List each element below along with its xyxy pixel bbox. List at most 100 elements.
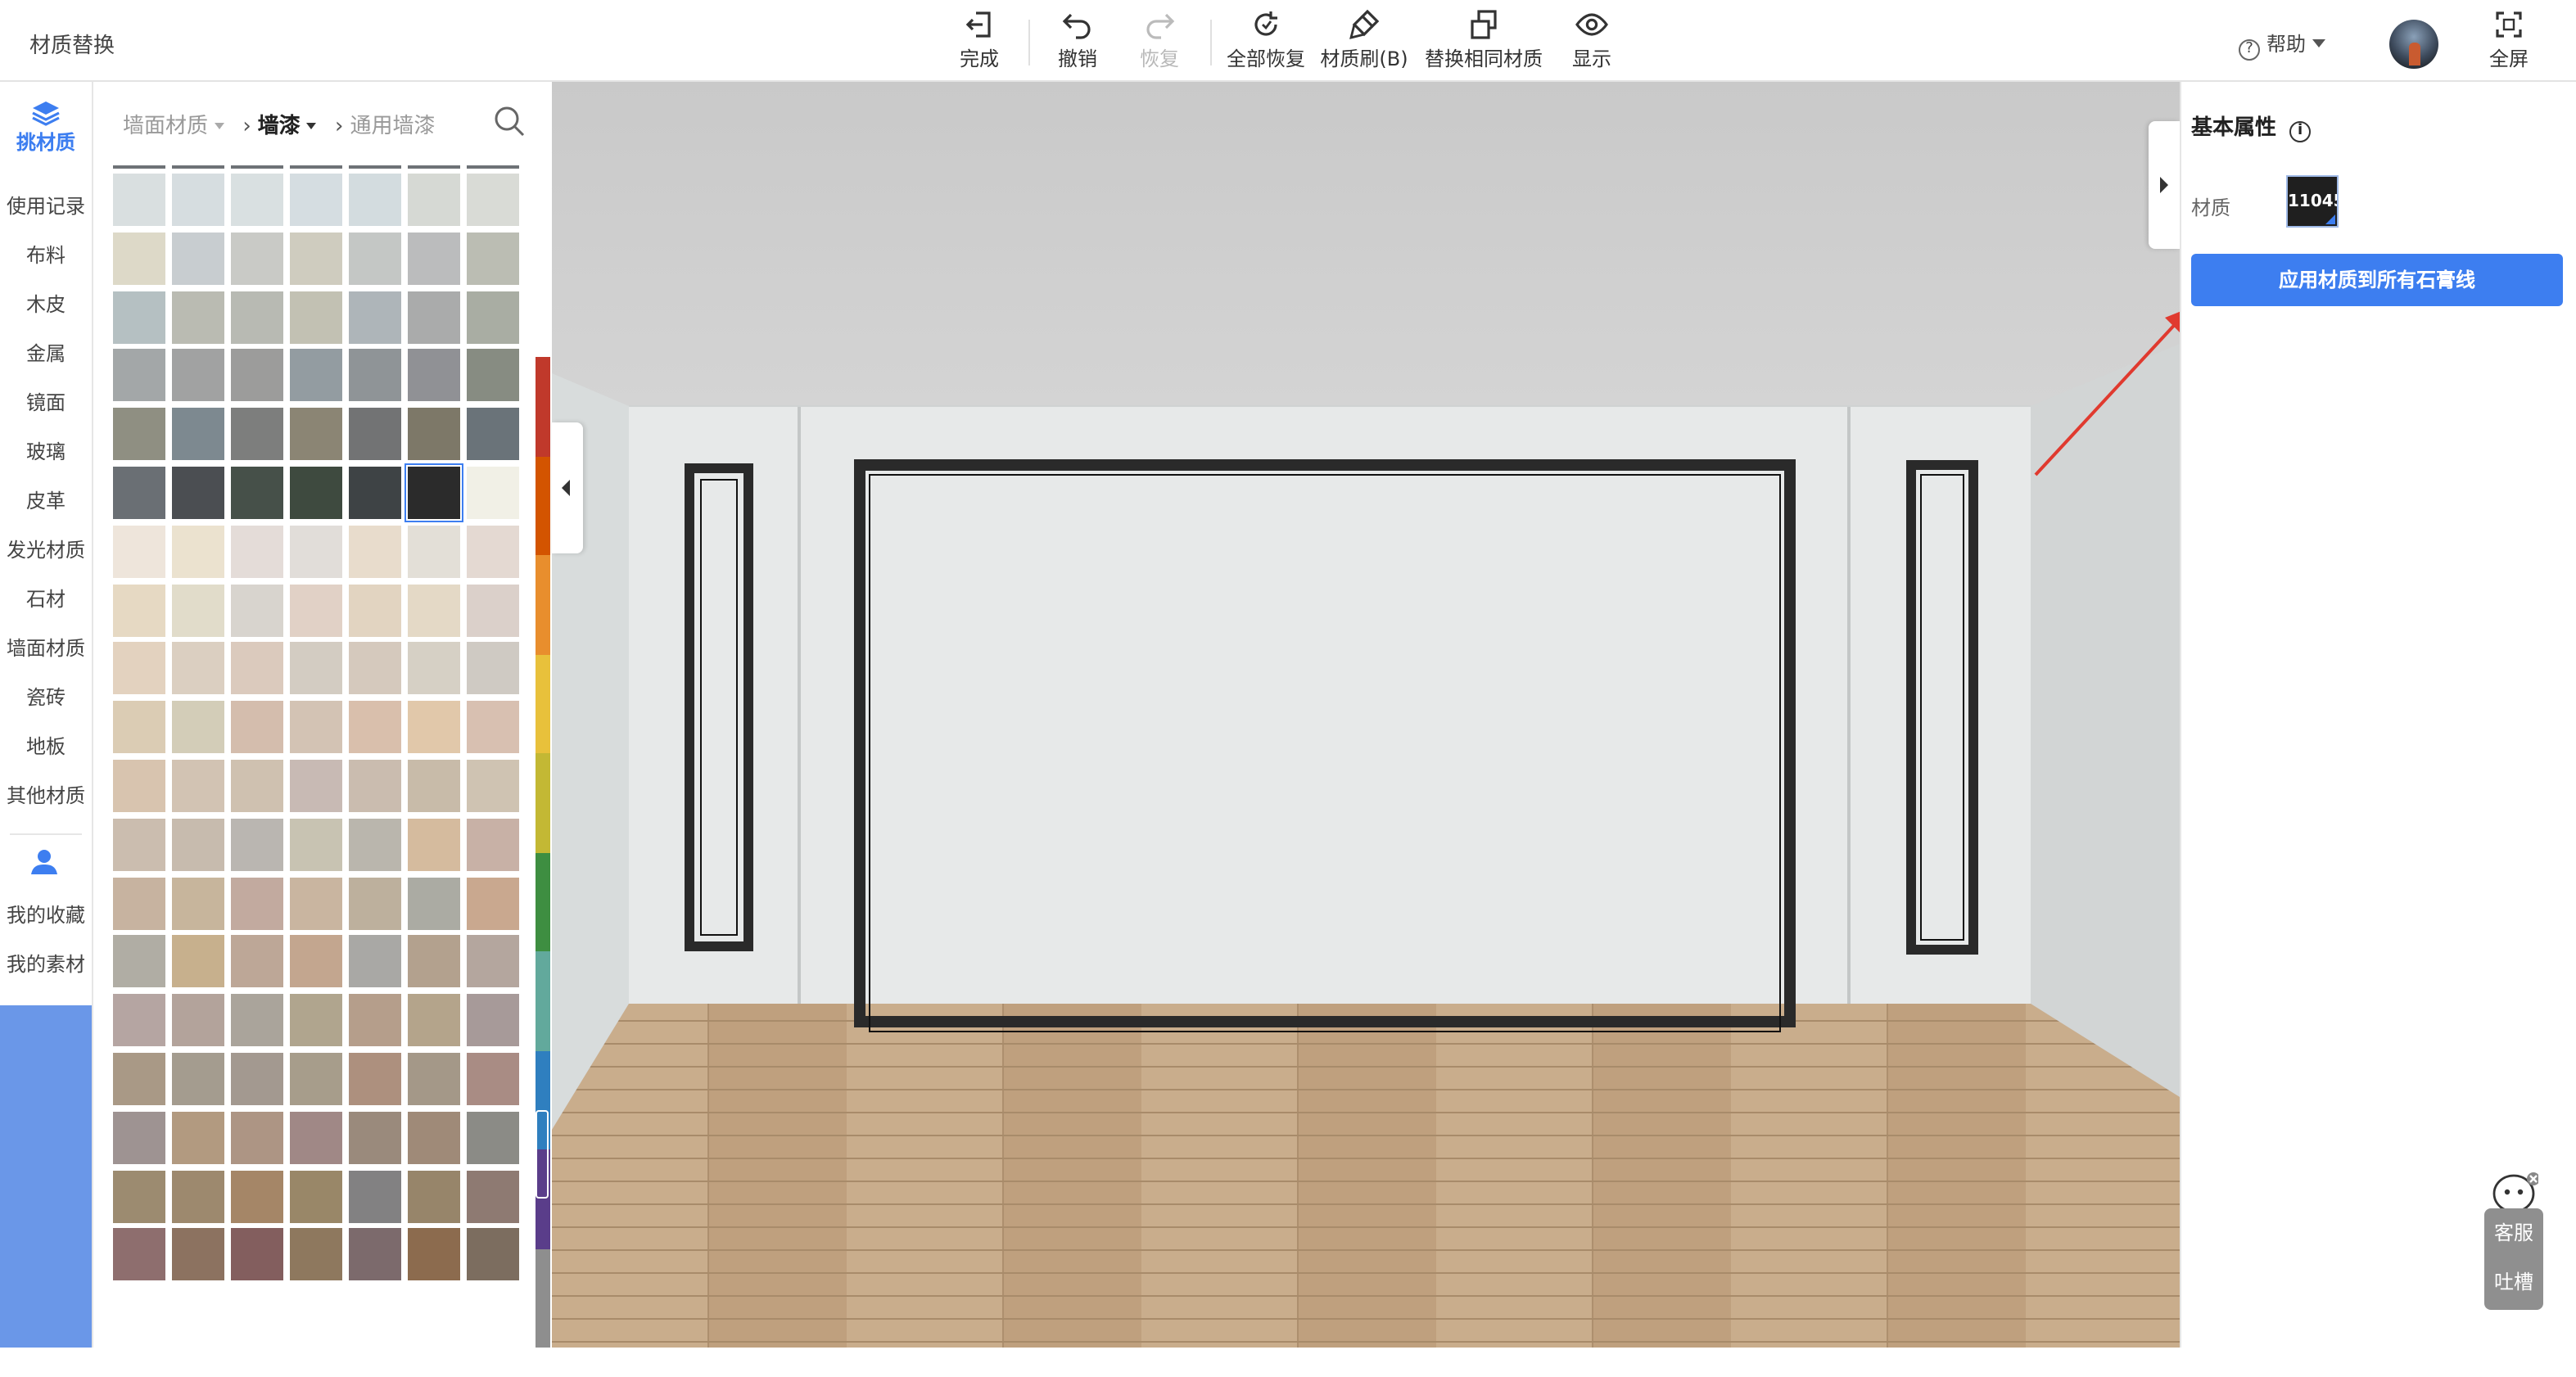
category-tile[interactable]: 瓷砖 [0,683,92,711]
color-swatch[interactable] [290,467,342,519]
undo-button[interactable]: 撤销 [1055,7,1100,75]
color-swatch[interactable] [231,818,283,871]
color-swatch[interactable] [408,349,460,402]
category-metal[interactable]: 金属 [0,339,92,367]
breadcrumb-general-paint[interactable]: 通用墙漆 [350,115,435,139]
color-swatch[interactable] [113,408,165,461]
color-swatch[interactable] [467,467,519,519]
color-swatch[interactable] [349,174,401,226]
color-swatch[interactable] [231,935,283,988]
color-swatch[interactable] [172,1111,224,1164]
color-filter-segment[interactable] [536,852,550,952]
color-swatch[interactable] [172,701,224,754]
category-wall-material[interactable]: 墙面材质 [0,634,92,661]
color-swatch[interactable] [467,701,519,754]
fullscreen-button[interactable]: 全屏 [2486,7,2532,75]
color-swatch[interactable] [349,349,401,402]
color-swatch[interactable] [408,174,460,226]
color-swatch[interactable] [467,1170,519,1223]
category-stone[interactable]: 石材 [0,585,92,612]
color-swatch[interactable] [172,291,224,344]
help-menu[interactable]: ? 帮助 [2239,29,2326,61]
color-swatch[interactable] [113,935,165,988]
color-swatch[interactable] [113,525,165,578]
color-swatch[interactable] [113,1053,165,1105]
color-swatch[interactable] [290,1170,342,1223]
color-swatch[interactable] [231,174,283,226]
color-swatch[interactable] [172,1170,224,1223]
my-favorites[interactable]: 我的收藏 [0,901,92,928]
category-luminous[interactable]: 发光材质 [0,535,92,563]
chevron-down-icon[interactable] [306,123,317,129]
color-swatch[interactable] [408,935,460,988]
color-swatch[interactable] [172,525,224,578]
pick-material-tab[interactable]: 挑材质 [0,95,92,174]
redo-button[interactable]: 恢复 [1137,7,1182,75]
color-swatch[interactable] [172,760,224,812]
color-swatch[interactable] [467,877,519,930]
color-swatch[interactable] [231,584,283,637]
color-swatch[interactable] [172,165,224,169]
room-render[interactable] [552,82,2180,1348]
color-swatch[interactable] [290,701,342,754]
color-swatch[interactable] [290,291,342,344]
color-swatch[interactable] [467,818,519,871]
color-swatch[interactable] [349,1053,401,1105]
color-filter-segment[interactable] [536,555,550,655]
color-swatch[interactable] [231,1111,283,1164]
color-swatch[interactable] [113,877,165,930]
color-swatch[interactable] [467,525,519,578]
color-swatch[interactable] [231,760,283,812]
color-swatch[interactable] [467,1228,519,1281]
color-swatch[interactable] [467,1111,519,1164]
color-swatch[interactable] [113,467,165,519]
color-filter-segment[interactable] [536,456,550,556]
color-swatch[interactable] [349,818,401,871]
category-fabric[interactable]: 布料 [0,241,92,269]
replace-same-material-button[interactable]: 替换相同材质 [1423,7,1544,75]
color-swatch[interactable] [172,818,224,871]
category-recent[interactable]: 使用记录 [0,192,92,219]
color-swatch[interactable] [349,935,401,988]
color-swatch[interactable] [467,408,519,461]
room-viewport[interactable] [552,82,2180,1348]
color-filter-segment[interactable] [536,259,550,358]
color-swatch[interactable] [113,1228,165,1281]
color-swatch[interactable] [172,877,224,930]
color-filter-segment[interactable] [536,753,550,853]
color-swatch[interactable] [113,701,165,754]
color-filter-segment[interactable] [536,357,550,457]
color-swatch[interactable] [290,1228,342,1281]
color-swatch[interactable] [349,642,401,695]
color-filter-segment[interactable] [536,654,550,754]
category-floor[interactable]: 地板 [0,732,92,760]
color-swatch[interactable] [408,1053,460,1105]
color-swatch[interactable] [349,467,401,519]
color-swatch[interactable] [408,994,460,1047]
color-swatch[interactable] [231,877,283,930]
color-swatch[interactable] [349,1170,401,1223]
color-swatch[interactable] [408,760,460,812]
color-swatch[interactable] [231,232,283,285]
color-swatch[interactable] [349,232,401,285]
color-swatch[interactable] [231,408,283,461]
color-swatch[interactable] [467,642,519,695]
breadcrumb-wall-paint[interactable]: 墙漆 [258,115,301,139]
color-swatch[interactable] [349,291,401,344]
color-swatch[interactable] [231,1228,283,1281]
breadcrumb-wall-material[interactable]: 墙面材质 [123,115,208,139]
color-swatch[interactable] [467,994,519,1047]
color-swatch[interactable] [349,1228,401,1281]
color-swatch[interactable] [290,349,342,402]
color-swatch[interactable] [113,760,165,812]
color-swatch[interactable] [290,1111,342,1164]
color-swatch[interactable] [113,165,165,169]
category-veneer[interactable]: 木皮 [0,290,92,318]
material-thumbnail[interactable]: 11045 [2286,175,2339,228]
finish-button[interactable]: 完成 [955,7,1004,75]
color-swatch[interactable] [172,408,224,461]
color-swatch[interactable] [172,994,224,1047]
color-swatch[interactable] [467,935,519,988]
color-swatch[interactable] [408,525,460,578]
color-swatch[interactable] [231,349,283,402]
